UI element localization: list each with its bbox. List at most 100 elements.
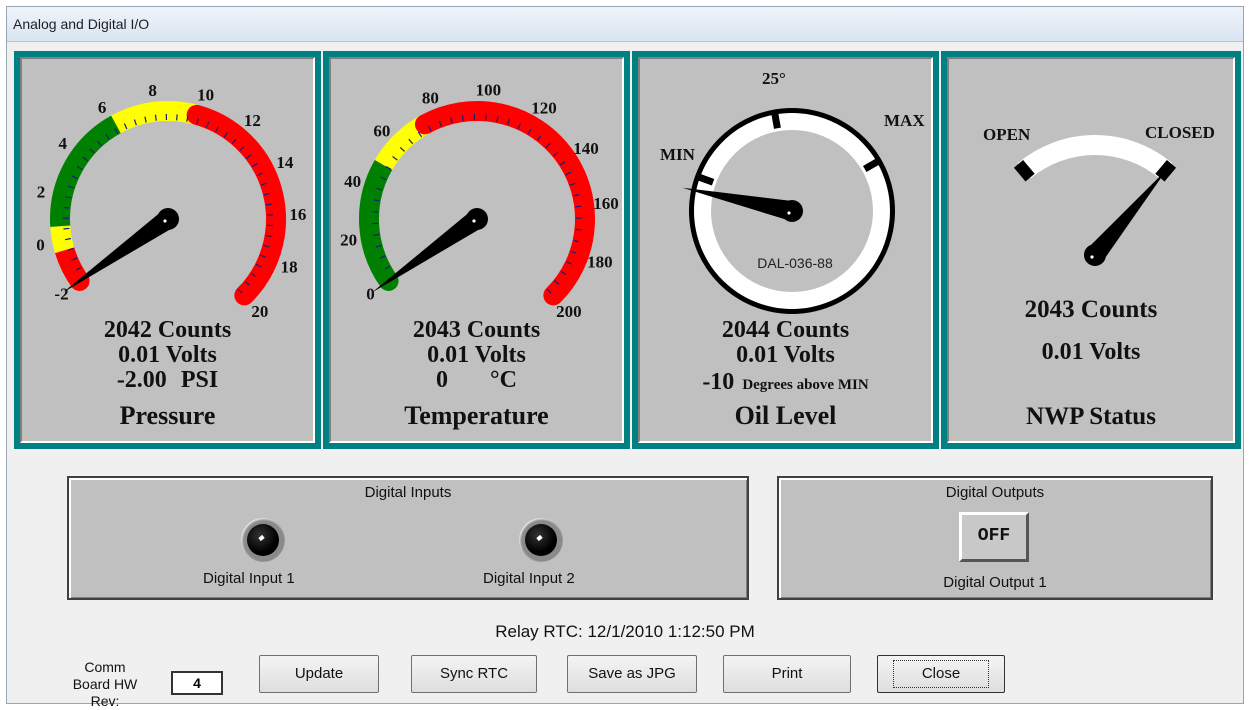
digital-output-1-label: Digital Output 1 <box>779 574 1211 591</box>
pressure-tick-label-4: 6 <box>98 98 107 117</box>
pressure-label: Pressure <box>22 401 313 431</box>
close-button-label: Close <box>893 660 989 688</box>
temperature-needle-hub-dot <box>472 219 475 222</box>
pressure-counts: 2042 Counts <box>22 317 313 344</box>
pressure-needle-hub-dot <box>163 219 166 222</box>
temperature-band-0 <box>369 165 389 281</box>
oil-mark-label: 25° <box>762 69 786 89</box>
temperature-tick-34 <box>575 229 581 230</box>
temperature-tick-label-6: 120 <box>531 99 557 118</box>
digital-input-1-indicator <box>241 518 285 562</box>
temperature-tick-32 <box>575 206 581 207</box>
pressure-band-2 <box>60 124 116 226</box>
close-button[interactable]: Close <box>877 655 1005 693</box>
temperature-tick-label-4: 80 <box>422 89 439 108</box>
pressure-tick-label-7: 12 <box>244 111 261 130</box>
oil-value: -10 <box>702 369 734 395</box>
temperature-tick-label-0: 0 <box>366 285 375 304</box>
hw-rev-label: Comm Board HW Rev: <box>65 659 145 710</box>
temperature-tick-label-1: 20 <box>340 230 357 249</box>
temperature-tick-label-8: 160 <box>593 194 619 213</box>
title-bar[interactable]: Analog and Digital I/O <box>7 7 1243 42</box>
sync-rtc-button[interactable]: Sync RTC <box>411 655 537 693</box>
oil-min-label: MIN <box>660 145 695 165</box>
pressure-needle <box>63 211 174 293</box>
nwp-needle-hub <box>1084 244 1106 266</box>
pressure-tick-35 <box>266 204 272 205</box>
pressure-unit: PSI <box>181 367 218 393</box>
temperature-tick-label-2: 40 <box>344 172 361 191</box>
digital-input-2-label: Digital Input 2 <box>483 570 575 587</box>
pressure-tick-5 <box>63 228 69 229</box>
window-title: Analog and Digital I/O <box>13 16 149 32</box>
nwp-panel: OPEN CLOSED 2043 Counts 0.01 Volts NWP S… <box>941 51 1241 449</box>
print-button[interactable]: Print <box>723 655 851 693</box>
oil-level-label: Oil Level <box>640 401 931 431</box>
pressure-tick-label-5: 8 <box>148 81 157 100</box>
pressure-tick-label-10: 18 <box>281 257 298 276</box>
temperature-panel: 020406080100120140160180200 2043 Counts … <box>323 51 630 449</box>
pressure-tick-label-6: 10 <box>197 86 214 105</box>
pressure-band-0 <box>65 250 80 281</box>
temperature-tick-label-9: 180 <box>587 252 613 271</box>
nwp-closed-label: CLOSED <box>1145 123 1215 143</box>
temperature-tick-label-3: 60 <box>373 121 390 140</box>
digital-outputs-title: Digital Outputs <box>779 484 1211 501</box>
digital-input-1-label: Digital Input 1 <box>203 570 295 587</box>
oil-needle-hub <box>781 200 803 222</box>
temperature-needle <box>372 211 483 293</box>
save-as-jpg-button[interactable]: Save as JPG <box>567 655 697 693</box>
nwp-counts: 2043 Counts <box>949 296 1233 324</box>
temperature-unit: °C <box>490 367 517 393</box>
nwp-arc <box>1024 145 1165 171</box>
temperature-volts: 0.01 Volts <box>331 342 622 369</box>
nwp-open-label: OPEN <box>983 125 1030 145</box>
oil-volts: 0.01 Volts <box>640 342 931 369</box>
temperature-needle-hub <box>466 208 488 230</box>
pressure-needle-hub <box>157 208 179 230</box>
oil-max-label: MAX <box>884 111 925 131</box>
pressure-tick-20 <box>156 115 157 121</box>
nwp-status-label: NWP Status <box>949 403 1233 431</box>
oil-unit: Degrees above MIN <box>742 377 868 393</box>
pressure-tick-label-3: 4 <box>58 134 67 153</box>
pressure-volts: 0.01 Volts <box>22 342 313 369</box>
update-button[interactable]: Update <box>259 655 379 693</box>
oil-counts: 2044 Counts <box>640 317 931 344</box>
digital-output-1-toggle[interactable]: OFF <box>959 512 1029 562</box>
digital-inputs-title: Digital Inputs <box>69 484 747 501</box>
pressure-reading-row: -2.00 PSI <box>22 367 313 394</box>
temperature-reading-row: 0 °C <box>331 367 622 394</box>
oil-mark-tick <box>774 112 777 129</box>
pressure-band-4 <box>197 115 276 295</box>
temperature-label: Temperature <box>331 401 622 431</box>
nwp-needle-hub-dot <box>1090 255 1093 258</box>
analog-digital-io-window: Analog and Digital I/O -2 0 2 4 6 8 10 12 14 16 18… <box>6 6 1244 704</box>
relay-rtc-text: Relay RTC: 12/1/2010 1:12:50 PM <box>7 622 1243 642</box>
temperature-value: 0 <box>436 367 448 393</box>
hw-rev-field[interactable]: 4 <box>171 671 223 695</box>
pressure-tick-22 <box>177 114 178 120</box>
digital-inputs-group: Digital Inputs Digital Input 1 Digital I… <box>67 476 749 600</box>
temperature-band-2 <box>425 111 585 295</box>
pressure-band-1 <box>60 226 64 250</box>
pressure-panel: -202468101214161820 2042 Counts 0.01 Vol… <box>14 51 321 449</box>
temperature-counts: 2043 Counts <box>331 317 622 344</box>
oil-dial-text: DAL-036-88 <box>730 255 860 271</box>
pressure-value: -2.00 <box>117 367 167 393</box>
temperature-tick-label-7: 140 <box>573 139 599 158</box>
digital-input-2-indicator <box>519 518 563 562</box>
pressure-tick-label-1: 0 <box>36 236 45 255</box>
oil-reading-row: -10 Degrees above MIN <box>640 369 931 396</box>
pressure-tick-label-9: 16 <box>289 205 306 224</box>
temperature-tick-20 <box>486 114 487 120</box>
oil-needle-hub-dot <box>787 211 790 214</box>
pressure-tick-7 <box>64 207 70 208</box>
temperature-tick-label-5: 100 <box>476 80 502 99</box>
nwp-volts: 0.01 Volts <box>949 339 1233 366</box>
nwp-status-gauge <box>949 59 1233 441</box>
pressure-tick-label-2: 2 <box>37 182 46 201</box>
pressure-tick-label-0: -2 <box>54 285 68 304</box>
temperature-tick-18 <box>462 115 463 121</box>
pressure-tick-label-8: 14 <box>276 153 294 172</box>
